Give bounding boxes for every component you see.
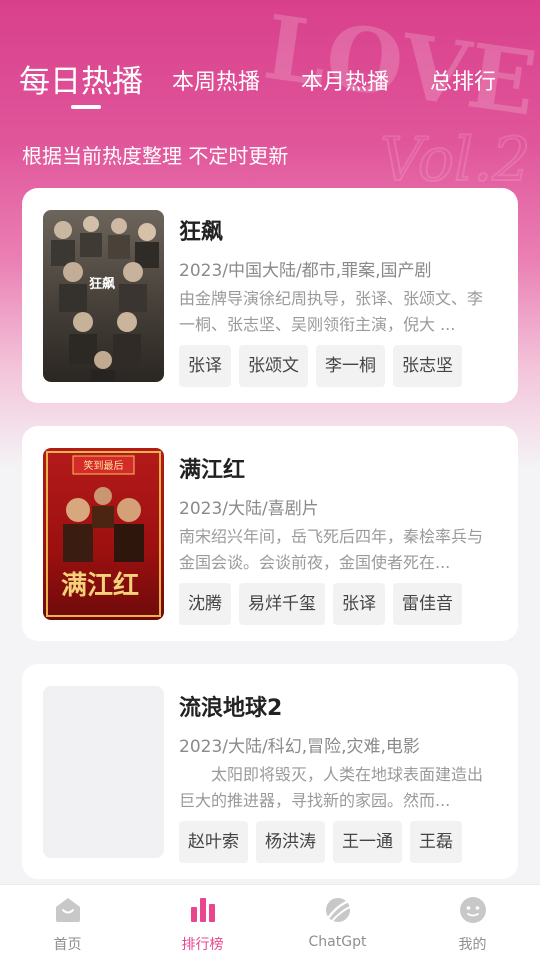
item-meta: 2023/大陆/科幻,冒险,灾难,电影 <box>179 737 420 757</box>
ranking-icon <box>191 898 215 922</box>
tab-weekly[interactable]: 本周热播 <box>172 64 260 96</box>
item-title[interactable]: 流浪地球2 <box>179 690 282 722</box>
cast-tag[interactable]: 沈腾 <box>179 583 231 625</box>
poster-manjianghong: 笑到最后 满江红 <box>43 448 164 620</box>
nav-ranking[interactable]: 排行榜 <box>135 885 270 960</box>
cast-tag[interactable]: 杨洪涛 <box>256 821 325 863</box>
active-tab-indicator <box>71 105 101 109</box>
tab-all-time[interactable]: 总排行 <box>430 64 496 96</box>
ranking-tabs: 每日热播 本周热播 本月热播 总排行 <box>0 52 540 112</box>
chatgpt-icon <box>326 898 351 922</box>
item-description: 由金牌导演徐纪周执导，张译、张颂文、李一桐、张志坚、吴刚领衔主演，倪大 ... <box>179 289 484 334</box>
list-item[interactable]: 笑到最后 满江红 满江红 2023/大陆/喜剧片 南宋绍兴年间，岳飞死后四年，秦… <box>22 426 518 641</box>
item-meta: 2023/中国大陆/都市,罪案,国产剧 <box>179 261 432 281</box>
nav-label: 排行榜 <box>181 937 224 953</box>
ranking-subtitle: 根据当前热度整理 不定时更新 <box>22 144 289 168</box>
cast-tag[interactable]: 雷佳音 <box>393 583 462 625</box>
cast-tags: 沈腾 易烊千玺 张译 雷佳音 <box>179 583 462 625</box>
cast-tag[interactable]: 王一通 <box>333 821 402 863</box>
poster-image: 狂飙 <box>43 210 164 382</box>
poster-title-text: 狂飙 <box>89 276 115 292</box>
cast-tag[interactable]: 易烊千玺 <box>239 583 325 625</box>
nav-label: 首页 <box>53 937 82 953</box>
list-item[interactable]: 流浪地球2 2023/大陆/科幻,冒险,灾难,电影 太阳即将毁灭，人类在地球表面… <box>22 664 518 879</box>
poster-caption: 笑到最后 <box>84 459 124 472</box>
poster-title-text: 满江红 <box>61 570 139 601</box>
item-meta: 2023/大陆/喜剧片 <box>179 499 319 519</box>
bottom-navigation: 首页 排行榜 ChatGpt 我的 <box>0 884 540 960</box>
item-title[interactable]: 狂飙 <box>179 214 223 246</box>
hero-decor-text-2: Vol.2 <box>380 125 530 195</box>
profile-icon <box>460 897 486 923</box>
item-description: 南宋绍兴年间，岳飞死后四年，秦桧率兵与金国会谈。会谈前夜，金国使者死在... <box>179 527 484 572</box>
tab-daily[interactable]: 每日热播 <box>19 56 143 101</box>
cast-tag[interactable]: 赵叶索 <box>179 821 248 863</box>
cast-tag[interactable]: 张译 <box>179 345 231 387</box>
nav-chatgpt[interactable]: ChatGpt <box>270 885 405 960</box>
nav-label: 我的 <box>458 937 487 953</box>
poster-placeholder <box>43 686 164 858</box>
poster-kuangbiao: 狂飙 <box>43 210 164 382</box>
cast-tag[interactable]: 张颂文 <box>239 345 308 387</box>
nav-home[interactable]: 首页 <box>0 885 135 960</box>
cast-tag[interactable]: 李一桐 <box>316 345 385 387</box>
cast-tags: 张译 张颂文 李一桐 张志坚 <box>179 345 462 387</box>
nav-label: ChatGpt <box>308 934 367 950</box>
list-item[interactable]: 狂飙 狂飙 2023/中国大陆/都市,罪案,国产剧 由金牌导演徐纪周执导，张译、… <box>22 188 518 403</box>
item-description: 太阳即将毁灭，人类在地球表面建造出巨大的推进器，寻找新的家园。然而... <box>179 765 484 810</box>
item-title[interactable]: 满江红 <box>179 452 245 484</box>
cast-tag[interactable]: 张志坚 <box>393 345 462 387</box>
cast-tags: 赵叶索 杨洪涛 王一通 王磊 <box>179 821 462 863</box>
cast-tag[interactable]: 王磊 <box>410 821 462 863</box>
nav-profile[interactable]: 我的 <box>405 885 540 960</box>
cast-tag[interactable]: 张译 <box>333 583 385 625</box>
tab-monthly[interactable]: 本月热播 <box>301 64 389 96</box>
home-icon <box>56 898 80 922</box>
poster-image: 笑到最后 满江红 <box>43 448 164 620</box>
